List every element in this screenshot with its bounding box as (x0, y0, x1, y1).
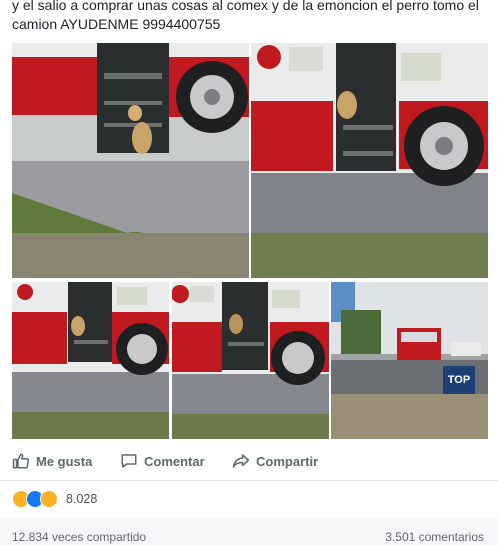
like-button[interactable]: Me gusta (12, 452, 92, 470)
like-label: Me gusta (36, 453, 93, 469)
comment-button[interactable]: Comentar (120, 452, 205, 470)
photo-dog-exiting-bus[interactable] (12, 43, 249, 278)
trash-bin-label: TOP (448, 374, 470, 386)
divider (0, 480, 498, 481)
comment-count[interactable]: 3.501 comentarios (385, 530, 484, 544)
post-text: y el salio a comprar unas cosas al comex… (12, 0, 479, 32)
reaction-summary[interactable]: 8.028 (12, 488, 97, 510)
thumbs-up-icon (12, 453, 30, 469)
share-count[interactable]: 12.834 veces compartido (12, 530, 146, 544)
post-actions: Me gusta Comentar Compartir (0, 446, 498, 476)
share-button[interactable]: Compartir (232, 452, 318, 470)
comment-label: Comentar (144, 453, 205, 469)
photo-dog-boarding-bus[interactable] (12, 282, 169, 439)
comment-icon (121, 454, 137, 468)
share-label: Compartir (256, 453, 319, 469)
photo-street-bus-distance[interactable]: TOP (331, 282, 488, 439)
photo-dog-inside-bus[interactable] (172, 282, 329, 439)
reaction-icons (12, 490, 58, 508)
reaction-count: 8.028 (66, 492, 98, 506)
photo-bus-door-dog[interactable] (251, 43, 488, 278)
share-icon (232, 454, 250, 468)
sad-icon (40, 490, 58, 508)
